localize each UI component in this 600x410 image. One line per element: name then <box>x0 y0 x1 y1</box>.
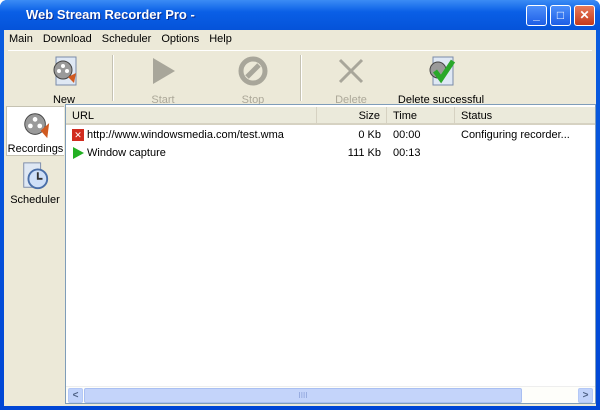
start-button[interactable]: Start <box>138 55 188 106</box>
menu-download[interactable]: Download <box>38 30 97 48</box>
window-title: Web Stream Recorder Pro - <box>26 7 195 22</box>
toolbar: New Start Stop Delete Delete successful <box>8 50 592 106</box>
scroll-right-button[interactable]: > <box>578 388 593 403</box>
maximize-button[interactable]: □ <box>550 5 571 26</box>
row-url: Window capture <box>87 147 166 159</box>
row-status: Configuring recorder... <box>461 129 570 141</box>
list-header: URL Size Time Status <box>66 107 595 125</box>
app-window: Web Stream Recorder Pro - _ □ ✕ Main Dow… <box>0 0 600 410</box>
client-area: Main Download Scheduler Options Help New… <box>4 30 596 406</box>
play-icon <box>153 58 175 84</box>
row-size: 0 Kb <box>358 129 381 141</box>
stop-button[interactable]: Stop <box>228 55 278 106</box>
table-row[interactable]: ✕ http://www.windowsmedia.com/test.wma 0… <box>66 127 595 143</box>
sidebar: Recordings Scheduler <box>4 104 66 404</box>
row-time: 00:00 <box>393 129 421 141</box>
film-check-icon <box>429 56 456 86</box>
scroll-left-button[interactable]: < <box>68 388 83 403</box>
menu-bar: Main Download Scheduler Options Help <box>4 30 596 48</box>
play-icon <box>73 147 84 159</box>
error-icon: ✕ <box>72 129 84 141</box>
horizontal-scrollbar[interactable]: < IIII > <box>66 386 595 403</box>
delete-x-icon <box>338 58 364 84</box>
delete-button[interactable]: Delete <box>326 55 376 106</box>
menu-help[interactable]: Help <box>204 30 237 48</box>
column-header-url[interactable]: URL <box>66 107 317 123</box>
scheduler-label: Scheduler <box>10 194 60 206</box>
toolbar-separator <box>300 55 302 101</box>
recordings-list: URL Size Time Status ✕ http://www.window… <box>65 104 596 404</box>
table-row[interactable]: Window capture 111 Kb 00:13 <box>66 145 595 161</box>
stop-icon <box>238 56 268 86</box>
sidebar-item-scheduler[interactable]: Scheduler <box>6 158 64 208</box>
recordings-label: Recordings <box>7 143 64 155</box>
column-header-size[interactable]: Size <box>317 107 387 123</box>
column-header-time[interactable]: Time <box>387 107 455 123</box>
column-header-status[interactable]: Status <box>455 107 595 123</box>
sidebar-item-recordings[interactable]: Recordings <box>6 106 64 156</box>
menu-options[interactable]: Options <box>156 30 204 48</box>
toolbar-separator <box>112 55 114 101</box>
clock-icon <box>23 162 49 190</box>
film-reel-icon <box>23 113 49 139</box>
menu-scheduler[interactable]: Scheduler <box>97 30 157 48</box>
film-reel-icon <box>53 56 77 86</box>
title-bar: Web Stream Recorder Pro - _ □ ✕ <box>0 0 600 30</box>
row-url: http://www.windowsmedia.com/test.wma <box>87 129 284 141</box>
close-button[interactable]: ✕ <box>574 5 595 26</box>
delete-successful-button[interactable]: Delete successful <box>396 55 486 106</box>
row-size: 111 Kb <box>347 147 381 159</box>
new-button[interactable]: New <box>38 55 90 106</box>
menu-main[interactable]: Main <box>4 30 38 48</box>
minimize-button[interactable]: _ <box>526 5 547 26</box>
row-time: 00:13 <box>393 147 421 159</box>
scrollbar-thumb[interactable]: IIII <box>84 388 522 403</box>
